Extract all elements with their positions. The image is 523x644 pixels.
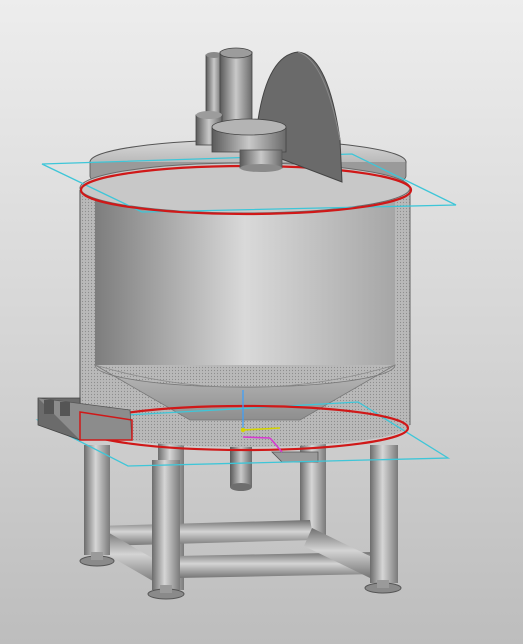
tank-model[interactable]: [0, 0, 523, 644]
leg-braces[interactable]: [88, 520, 378, 584]
cad-3d-viewport[interactable]: [0, 0, 523, 644]
